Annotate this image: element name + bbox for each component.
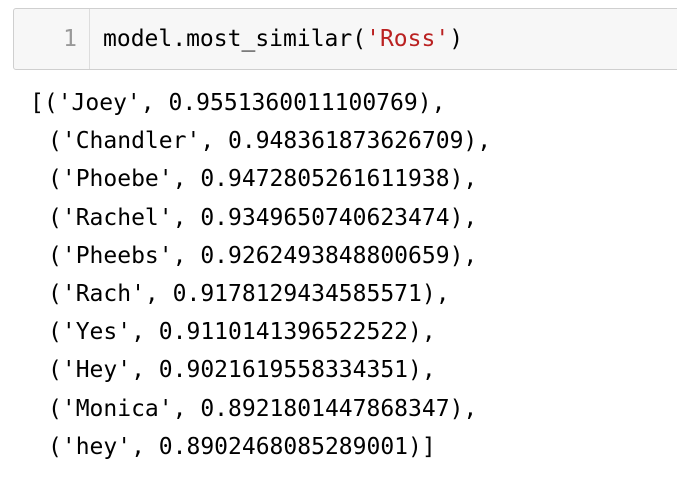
code-line[interactable]: model.most_similar('Ross'): [103, 23, 463, 55]
output-line: ('Hey', 0.9021619558334351),: [48, 357, 436, 384]
cell-output: [('Joey', 0.9551360011100769), ('Chandle…: [30, 87, 491, 469]
code-input-cell[interactable]: 1 model.most_similar('Ross'): [13, 8, 677, 70]
line-number-gutter: 1: [14, 9, 90, 69]
code-string-literal: 'Ross': [366, 26, 450, 52]
line-number: 1: [63, 26, 77, 52]
output-line: ('Phoebe', 0.9472805261611938),: [48, 166, 478, 193]
output-line: ('Yes', 0.9110141396522522),: [48, 319, 436, 346]
output-line: ('Monica', 0.8921801447868347),: [48, 395, 478, 422]
output-line: [('Joey', 0.9551360011100769),: [30, 90, 446, 116]
code-closing-paren: ): [449, 26, 464, 52]
notebook: 1 model.most_similar('Ross') [('Joey', 0…: [0, 0, 677, 482]
output-line: ('Rachel', 0.9349650740623474),: [48, 204, 478, 231]
output-line: ('Chandler', 0.948361873626709),: [48, 128, 492, 155]
output-line: ('hey', 0.8902468085289001)]: [48, 433, 436, 460]
output-line: ('Rach', 0.9178129434585571),: [48, 280, 450, 307]
output-line: ('Pheebs', 0.9262493848800659),: [48, 242, 478, 269]
code-call: model.most_similar(: [103, 26, 367, 52]
